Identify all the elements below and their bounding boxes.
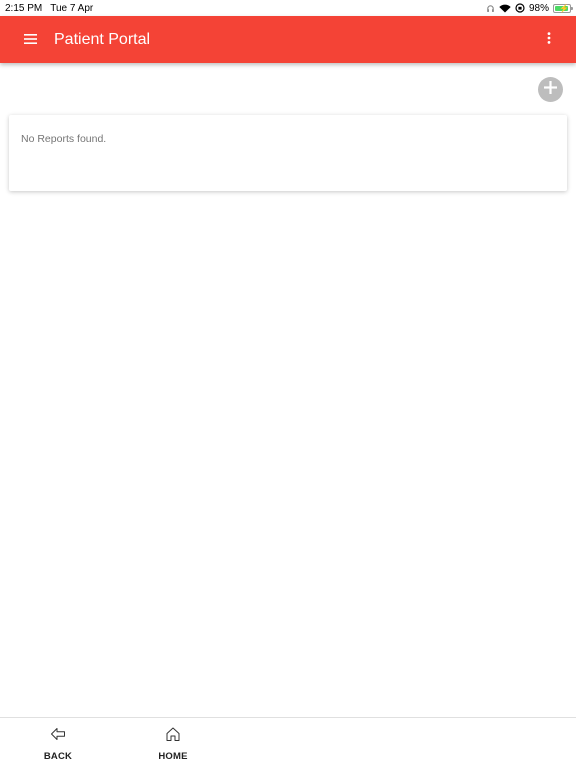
- add-report-button[interactable]: [538, 77, 563, 102]
- empty-reports-message: No Reports found.: [21, 133, 107, 145]
- hamburger-menu-icon: [23, 31, 37, 49]
- status-left: 2:15 PM Tue 7 Apr: [5, 3, 93, 14]
- more-vert-icon: [547, 31, 551, 49]
- back-button[interactable]: BACK: [28, 718, 88, 768]
- status-time: 2:15 PM: [5, 2, 43, 14]
- more-options-button[interactable]: [540, 30, 558, 50]
- status-right: 98% ⚡: [486, 2, 573, 14]
- back-label: BACK: [43, 751, 73, 762]
- app-bar: Patient Portal: [0, 16, 576, 63]
- orientation-lock-icon: [515, 3, 525, 13]
- bottom-navigation: BACK HOME: [0, 717, 576, 768]
- page-title: Patient Portal: [54, 30, 151, 48]
- status-date: Tue 7 Apr: [50, 2, 94, 14]
- home-button[interactable]: HOME: [143, 718, 203, 768]
- patient-portal-screen: 2:15 PM Tue 7 Apr 98% ⚡ Patient Portal N…: [0, 0, 576, 768]
- wifi-icon: [499, 4, 511, 13]
- reports-card: No Reports found.: [9, 115, 567, 191]
- home-label: HOME: [158, 751, 188, 762]
- headphones-icon: [486, 4, 495, 13]
- back-arrow-icon: [50, 725, 66, 743]
- menu-button[interactable]: [17, 27, 43, 53]
- battery-percent: 98%: [528, 2, 549, 14]
- battery-icon: ⚡: [553, 3, 573, 13]
- plus-icon: [544, 80, 557, 99]
- status-bar: 2:15 PM Tue 7 Apr 98% ⚡: [0, 0, 576, 16]
- home-icon: [165, 725, 181, 743]
